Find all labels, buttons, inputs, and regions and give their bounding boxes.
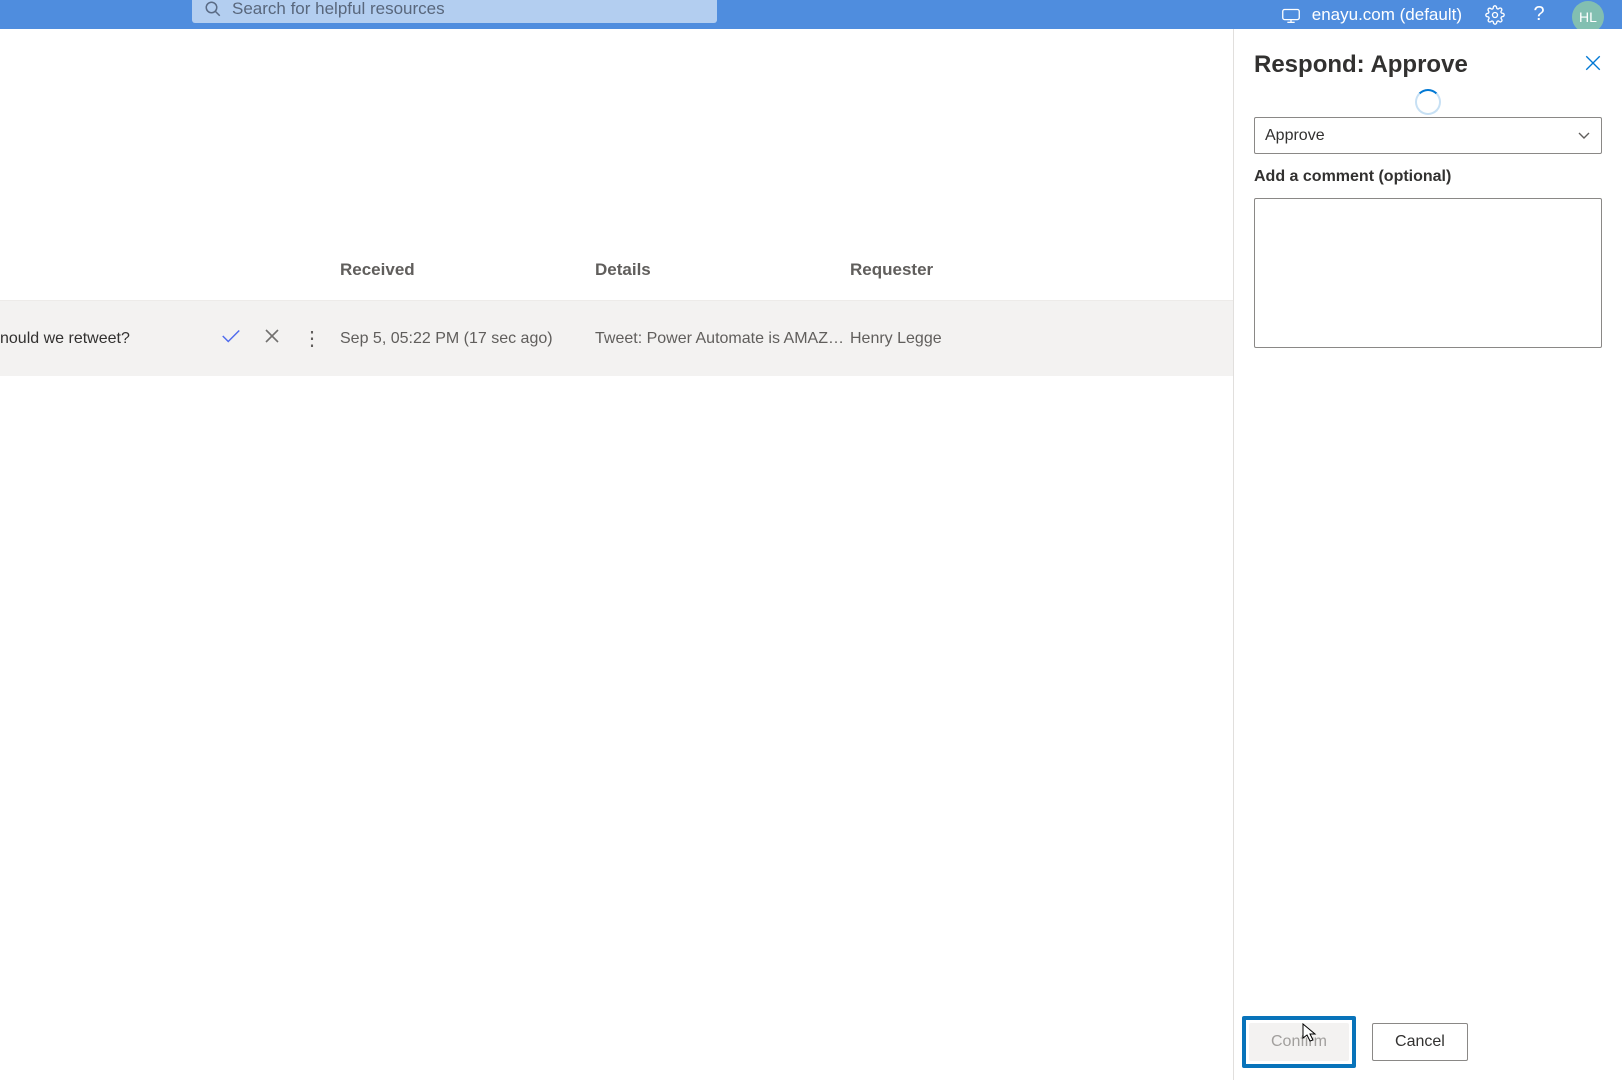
gear-icon[interactable] [1484, 4, 1506, 26]
header-right: enayu.com (default) ? HL [1280, 0, 1604, 29]
panel-title: Respond: Approve [1254, 51, 1468, 79]
confirm-highlight: Confirm [1242, 1016, 1356, 1068]
approvals-table: Received Details Requester nould we retw… [0, 29, 1233, 1080]
dropdown-value: Approve [1265, 127, 1325, 145]
row-title-cell: nould we retweet? ⋮ [0, 327, 340, 350]
table-row[interactable]: nould we retweet? ⋮ Sep 5, 05:22 PM (17 … [0, 301, 1233, 376]
row-actions: ⋮ [220, 327, 322, 350]
close-icon[interactable] [1584, 54, 1602, 77]
row-requester: Henry Legge [850, 330, 1233, 348]
confirm-button[interactable]: Confirm [1249, 1023, 1349, 1061]
col-requester[interactable]: Requester [850, 260, 1233, 280]
content-area: Received Details Requester nould we retw… [0, 29, 1622, 1080]
cancel-button[interactable]: Cancel [1372, 1023, 1468, 1061]
comment-label: Add a comment (optional) [1254, 168, 1602, 186]
help-icon[interactable]: ? [1528, 4, 1550, 26]
respond-panel: Respond: Approve Approve Add a comment (… [1233, 29, 1622, 1080]
row-title-text: nould we retweet? [0, 330, 204, 348]
row-received: Sep 5, 05:22 PM (17 sec ago) [340, 330, 595, 348]
confirm-label: Confirm [1271, 1033, 1327, 1051]
panel-footer: Confirm Cancel [1242, 1016, 1468, 1068]
app-header: enayu.com (default) ? HL [0, 0, 1622, 29]
table-header: Received Details Requester [0, 239, 1233, 301]
response-dropdown[interactable]: Approve [1254, 117, 1602, 154]
environment-label: enayu.com (default) [1312, 5, 1462, 25]
search-input[interactable] [232, 0, 705, 19]
search-box[interactable] [192, 0, 717, 23]
reject-icon[interactable] [264, 328, 280, 349]
avatar[interactable]: HL [1572, 1, 1604, 33]
environment-icon [1280, 4, 1302, 26]
comment-textarea[interactable] [1254, 198, 1602, 348]
avatar-initials: HL [1579, 9, 1597, 25]
row-details: Tweet: Power Automate is AMAZEBA... [595, 330, 850, 348]
col-received[interactable]: Received [340, 260, 595, 280]
col-details[interactable]: Details [595, 260, 850, 280]
panel-header: Respond: Approve [1254, 51, 1602, 79]
loading-spinner [1415, 89, 1441, 115]
chevron-down-icon [1577, 131, 1591, 141]
search-icon [204, 0, 222, 18]
approve-icon[interactable] [220, 327, 242, 350]
environment-picker[interactable]: enayu.com (default) [1280, 4, 1462, 26]
cancel-label: Cancel [1395, 1033, 1445, 1051]
